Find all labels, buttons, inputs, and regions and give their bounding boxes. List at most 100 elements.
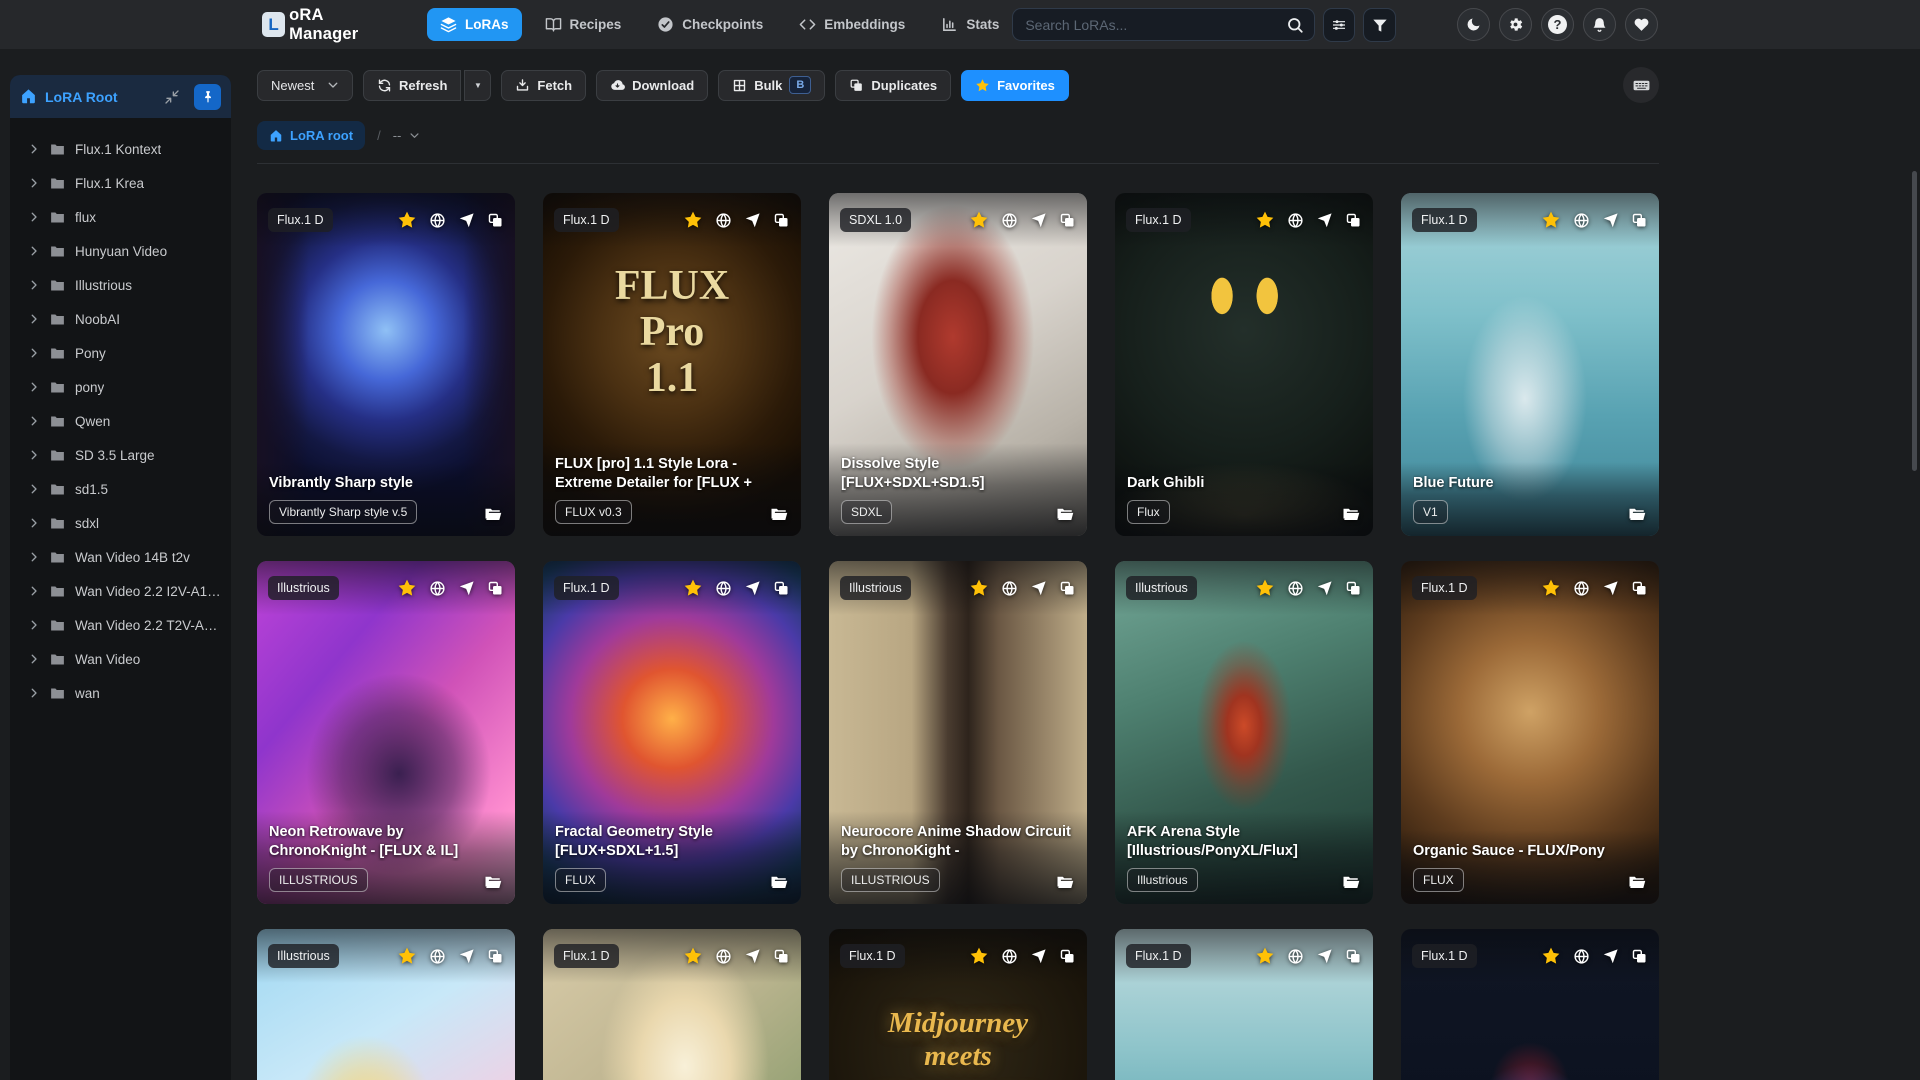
- globe-icon[interactable]: [1573, 948, 1590, 965]
- chevron-right-icon[interactable]: [28, 415, 40, 427]
- lora-card[interactable]: Flux.1 D: [1401, 929, 1659, 1080]
- download-button[interactable]: Download: [596, 69, 709, 101]
- send-icon[interactable]: [1316, 580, 1333, 597]
- notifications-button[interactable]: [1583, 8, 1617, 41]
- sidebar-folder-item[interactable]: Wan Video: [10, 642, 231, 676]
- collapse-all-button[interactable]: [164, 89, 180, 105]
- sidebar-folder-item[interactable]: Wan Video 14B t2v: [10, 540, 231, 574]
- sidebar-folder-item[interactable]: Pony: [10, 336, 231, 370]
- globe-icon[interactable]: [1573, 580, 1590, 597]
- lora-card[interactable]: Flux.1 D Blue Future V1: [1401, 193, 1659, 536]
- globe-icon[interactable]: [715, 580, 732, 597]
- copy-icon[interactable]: [1345, 212, 1362, 229]
- globe-icon[interactable]: [715, 948, 732, 965]
- lora-card[interactable]: FLUX Pro 1.1 Flux.1 D FLUX [pro] 1.1 Style…: [543, 193, 801, 536]
- lora-card[interactable]: Flux.1 D: [543, 929, 801, 1080]
- globe-icon[interactable]: [1573, 212, 1590, 229]
- open-folder-icon[interactable]: [1055, 873, 1075, 891]
- chevron-right-icon[interactable]: [28, 449, 40, 461]
- filter-button[interactable]: [1363, 7, 1397, 42]
- chevron-right-icon[interactable]: [28, 245, 40, 257]
- sidebar-folder-item[interactable]: pony: [10, 370, 231, 404]
- favorite-star-icon[interactable]: [969, 946, 989, 966]
- sidebar-folder-item[interactable]: NoobAI: [10, 302, 231, 336]
- open-folder-icon[interactable]: [769, 873, 789, 891]
- lora-card[interactable]: Illustrious Neurocore Anime Shadow Circu…: [829, 561, 1087, 904]
- send-icon[interactable]: [744, 212, 761, 229]
- copy-icon[interactable]: [1059, 212, 1076, 229]
- favorite-star-icon[interactable]: [683, 210, 703, 230]
- chevron-right-icon[interactable]: [28, 551, 40, 563]
- chevron-right-icon[interactable]: [28, 347, 40, 359]
- lora-card[interactable]: MidjourneymeetsFLUX Flux.1 D: [829, 929, 1087, 1080]
- lora-card[interactable]: Flux.1 D Fractal Geometry Style [FLUX+SD…: [543, 561, 801, 904]
- copy-icon[interactable]: [1631, 948, 1648, 965]
- globe-icon[interactable]: [1287, 948, 1304, 965]
- chevron-right-icon[interactable]: [28, 619, 40, 631]
- send-icon[interactable]: [458, 580, 475, 597]
- tab-recipes[interactable]: Recipes: [532, 8, 635, 41]
- breadcrumb-folder-dropdown[interactable]: --: [393, 128, 421, 143]
- send-icon[interactable]: [1316, 212, 1333, 229]
- send-icon[interactable]: [1030, 580, 1047, 597]
- sidebar-folder-item[interactable]: sdxl: [10, 506, 231, 540]
- chevron-right-icon[interactable]: [28, 279, 40, 291]
- favorite-star-icon[interactable]: [1255, 946, 1275, 966]
- copy-icon[interactable]: [773, 948, 790, 965]
- globe-icon[interactable]: [429, 948, 446, 965]
- open-folder-icon[interactable]: [1341, 505, 1361, 523]
- favorite-star-icon[interactable]: [397, 210, 417, 230]
- sidebar-folder-item[interactable]: SD 3.5 Large: [10, 438, 231, 472]
- copy-icon[interactable]: [1059, 580, 1076, 597]
- sidebar-folder-item[interactable]: Illustrious: [10, 268, 231, 302]
- lora-card[interactable]: SDXL 1.0 Dissolve Style [FLUX+SDXL+SD1.5…: [829, 193, 1087, 536]
- copy-icon[interactable]: [487, 212, 504, 229]
- copy-icon[interactable]: [1345, 580, 1362, 597]
- globe-icon[interactable]: [429, 580, 446, 597]
- sort-select[interactable]: Newest: [257, 69, 353, 101]
- chevron-right-icon[interactable]: [28, 687, 40, 699]
- favorite-star-icon[interactable]: [969, 578, 989, 598]
- open-folder-icon[interactable]: [1627, 505, 1647, 523]
- chevron-right-icon[interactable]: [28, 177, 40, 189]
- pin-sidebar-button[interactable]: [194, 83, 221, 110]
- copy-icon[interactable]: [1345, 948, 1362, 965]
- favorite-star-icon[interactable]: [1255, 578, 1275, 598]
- chevron-right-icon[interactable]: [28, 653, 40, 665]
- breadcrumb-root[interactable]: LoRA root: [257, 121, 366, 150]
- chevron-right-icon[interactable]: [28, 483, 40, 495]
- sidebar-folder-item[interactable]: Hunyuan Video: [10, 234, 231, 268]
- globe-icon[interactable]: [715, 212, 732, 229]
- copy-icon[interactable]: [1631, 212, 1648, 229]
- sidebar-folder-item[interactable]: Wan Video 2.2 T2V-A14B: [10, 608, 231, 642]
- globe-icon[interactable]: [1001, 948, 1018, 965]
- keyboard-shortcuts-button[interactable]: [1623, 67, 1659, 103]
- favorite-star-icon[interactable]: [1541, 946, 1561, 966]
- duplicates-button[interactable]: Duplicates: [835, 69, 952, 101]
- refresh-dropdown-button[interactable]: ▼: [464, 69, 492, 101]
- sidebar-folder-item[interactable]: Qwen: [10, 404, 231, 438]
- globe-icon[interactable]: [429, 212, 446, 229]
- lora-card[interactable]: Illustrious Neon Retrowave by ChronoKnig…: [257, 561, 515, 904]
- sidebar-folder-item[interactable]: Wan Video 2.2 I2V-A14B: [10, 574, 231, 608]
- favorite-star-icon[interactable]: [683, 578, 703, 598]
- sidebar-header[interactable]: LoRA Root: [10, 75, 231, 118]
- sidebar-folder-item[interactable]: wan: [10, 676, 231, 710]
- support-button[interactable]: [1625, 8, 1659, 41]
- copy-icon[interactable]: [1631, 580, 1648, 597]
- open-folder-icon[interactable]: [1341, 873, 1361, 891]
- favorite-star-icon[interactable]: [397, 578, 417, 598]
- send-icon[interactable]: [1030, 948, 1047, 965]
- open-folder-icon[interactable]: [483, 873, 503, 891]
- lora-card[interactable]: Flux.1 D: [1115, 929, 1373, 1080]
- send-icon[interactable]: [1602, 580, 1619, 597]
- send-icon[interactable]: [458, 948, 475, 965]
- copy-icon[interactable]: [487, 580, 504, 597]
- lora-card[interactable]: Illustrious: [257, 929, 515, 1080]
- chevron-right-icon[interactable]: [28, 143, 40, 155]
- globe-icon[interactable]: [1287, 580, 1304, 597]
- favorite-star-icon[interactable]: [1255, 210, 1275, 230]
- lora-card[interactable]: Flux.1 D Vibrantly Sharp style Vibrantly…: [257, 193, 515, 536]
- tab-embeddings[interactable]: Embeddings: [786, 8, 918, 41]
- send-icon[interactable]: [1316, 948, 1333, 965]
